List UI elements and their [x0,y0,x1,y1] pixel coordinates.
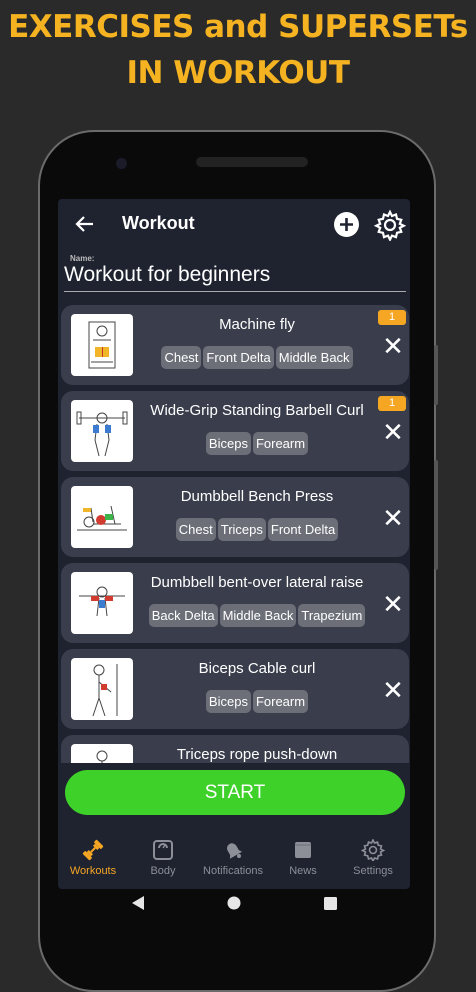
close-icon[interactable]: ✕ [379,332,407,360]
phone-volume-button [434,460,438,570]
close-icon[interactable]: ✕ [379,676,407,704]
plus-circle-icon[interactable] [334,212,359,237]
nav-item-news[interactable]: News [268,839,338,877]
exercise-thumbnail [71,486,133,548]
promo-line-2: IN WORKOUT [126,55,351,91]
exercise-card[interactable]: Dumbbell Bench Press Chest Triceps Front… [61,477,409,557]
muscle-tag: Biceps [205,432,251,455]
nav-item-settings[interactable]: Settings [338,839,408,877]
exercise-card[interactable]: Machine fly Chest Front Delta Middle Bac… [61,305,409,385]
exercise-thumbnail [71,658,133,720]
muscle-tag: Chest [161,346,202,369]
exercise-card[interactable]: Triceps rope push-down [61,735,409,763]
muscle-tags: Chest Front Delta Middle Back [137,346,377,369]
gear-icon [361,839,385,861]
muscle-tags: Biceps Forearm [137,690,377,713]
muscle-tag: Front Delta [203,346,274,369]
start-button[interactable]: START [65,770,405,815]
muscle-tag: Front Delta [267,518,339,541]
exercise-name: Wide-Grip Standing Barbell Curl [150,402,364,419]
name-label: Name: [70,254,95,263]
superset-badge: 1 [378,310,406,325]
exercise-name: Dumbbell bent-over lateral raise [150,574,364,591]
bottom-navigation: Workouts Body Notifications News Setting… [58,831,410,889]
exercise-thumbnail [71,314,133,376]
promo-heading: EXERCISES and SUPERSETs IN WORKOUT [0,4,476,96]
close-icon[interactable]: ✕ [379,590,407,618]
exercise-card[interactable]: Biceps Cable curl Biceps Forearm ✕ [61,649,409,729]
recents-square-icon[interactable] [324,897,337,910]
nav-item-workouts[interactable]: Workouts [58,839,128,877]
exercise-list[interactable]: Machine fly Chest Front Delta Middle Bac… [58,305,410,763]
muscle-tag: Biceps [205,690,251,713]
muscle-tag: Trapezium [298,604,366,627]
back-triangle-icon[interactable] [132,896,144,910]
nav-label: Settings [353,865,393,877]
phone-camera [116,158,127,169]
muscle-tag: Chest [175,518,216,541]
exercise-name: Dumbbell Bench Press [180,488,334,505]
nav-label: Workouts [69,865,117,877]
exercise-name: Machine fly [219,316,295,333]
muscle-tag: Forearm [252,432,309,455]
exercise-name: Biceps Cable curl [198,660,316,677]
nav-label: News [289,865,317,877]
nav-item-notifications[interactable]: Notifications [198,839,268,877]
app-screen: Workout Name: Workout for beginners Mach… [58,199,410,889]
bell-icon [227,843,243,859]
workout-name-input[interactable]: Workout for beginners [64,263,270,287]
muscle-tag: Triceps [217,518,266,541]
nav-label: Body [150,865,176,877]
arrow-left-icon[interactable] [72,211,98,237]
exercise-thumbnail [71,572,133,634]
top-bar: Workout [58,199,410,249]
phone-speaker [196,157,308,167]
promo-line-1: EXERCISES and SUPERSETs [8,9,468,45]
superset-badge: 1 [378,396,406,411]
phone-power-button [434,345,438,405]
system-navigation-bar [58,889,410,921]
muscle-tags: Chest Triceps Front Delta [137,518,377,541]
home-circle-icon[interactable] [227,896,241,910]
page-title: Workout [122,213,195,233]
exercise-card[interactable]: Wide-Grip Standing Barbell Curl Biceps F… [61,391,409,471]
close-icon[interactable]: ✕ [379,418,407,446]
nav-item-body[interactable]: Body [128,839,198,877]
exercise-thumbnail [71,744,133,763]
news-icon [295,842,311,858]
exercise-name: Triceps rope push-down [176,746,338,763]
exercise-card[interactable]: Dumbbell bent-over lateral raise Back De… [61,563,409,643]
close-icon[interactable]: ✕ [379,504,407,532]
muscle-tag: Middle Back [219,604,297,627]
exercise-thumbnail [71,400,133,462]
muscle-tag: Middle Back [275,346,353,369]
muscle-tag: Forearm [252,690,309,713]
dumbbell-icon [82,839,104,861]
muscle-tags: Biceps Forearm [137,432,377,455]
name-underline [64,291,406,292]
nav-label: Notifications [203,865,263,877]
muscle-tag: Back Delta [148,604,218,627]
muscle-tags: Back Delta Middle Back Trapezium [137,604,377,627]
gear-icon[interactable] [373,209,407,243]
scale-icon [153,840,173,860]
